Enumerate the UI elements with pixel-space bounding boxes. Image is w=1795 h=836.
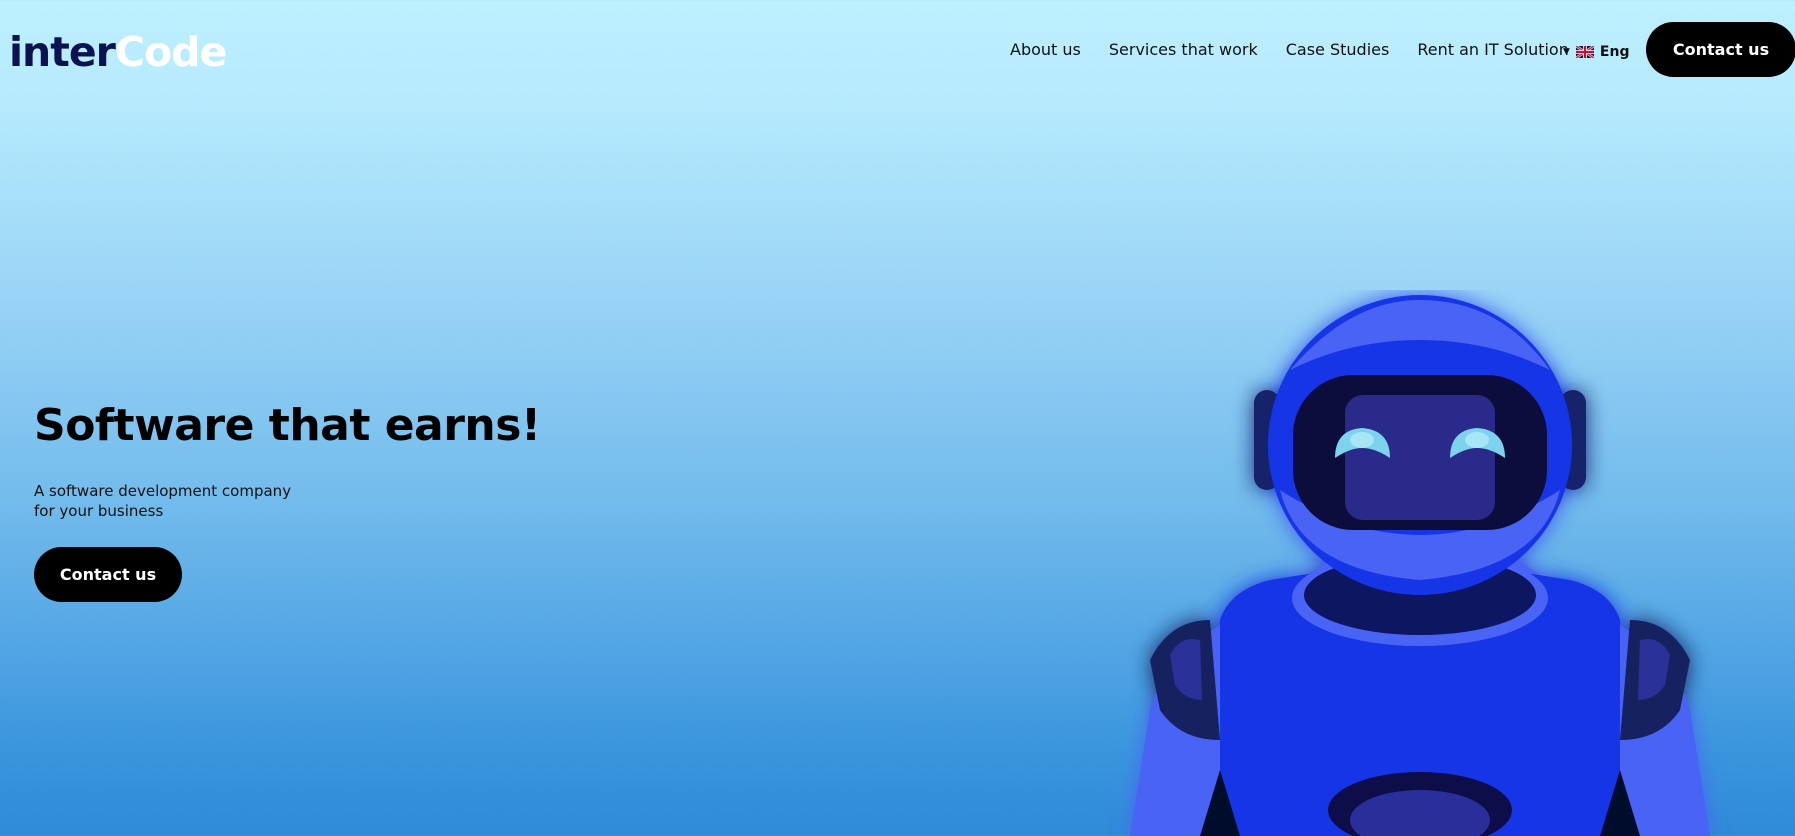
hero-subtitle-line1: A software development company — [34, 482, 292, 500]
header-contact-button[interactable]: Contact us — [1646, 22, 1795, 77]
language-label: Eng — [1599, 44, 1630, 60]
nav-services[interactable]: Services that work — [1109, 40, 1258, 59]
hero-subtitle-line2: for your business — [34, 502, 164, 520]
nav-about-us[interactable]: About us — [1010, 40, 1081, 59]
main-nav: About us Services that work Case Studies… — [1010, 40, 1597, 59]
logo-text-inter: inter — [9, 28, 116, 76]
nav-case-studies[interactable]: Case Studies — [1286, 40, 1390, 59]
hero-subtitle: A software development company for your … — [34, 481, 354, 521]
uk-flag-icon — [1575, 46, 1594, 58]
robot-illustration — [1130, 295, 1710, 836]
intercode-logo[interactable]: interCode — [9, 26, 227, 78]
hero-contact-button[interactable]: Contact us — [34, 547, 182, 602]
logo-text-code: Code — [114, 28, 227, 76]
language-selector[interactable]: ▼ Eng — [1563, 44, 1629, 60]
nav-rent-it-solution[interactable]: Rent an IT Solution — [1417, 40, 1569, 59]
hero-title: Software that earns! — [34, 400, 541, 451]
caret-down-icon: ▼ — [1563, 47, 1570, 57]
site-header: interCode About us Services that work Ca… — [0, 0, 1795, 108]
